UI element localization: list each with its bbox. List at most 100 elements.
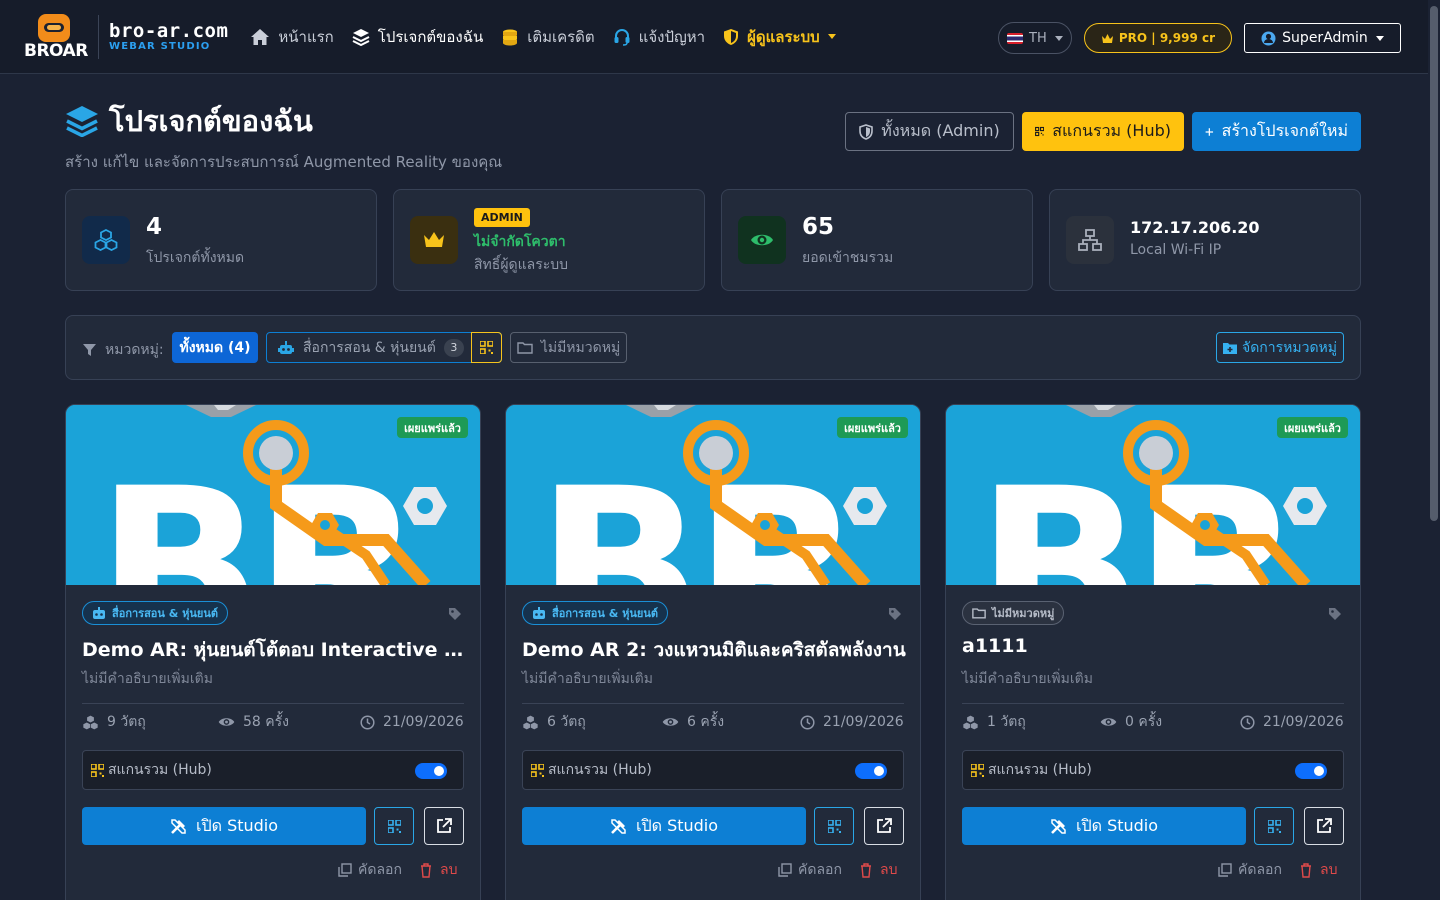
published-badge: เผยแพร่แล้ว <box>397 417 468 438</box>
scan-hub-button[interactable]: สแกนรวม (Hub) <box>1022 112 1184 151</box>
category-chip-teaching-robots[interactable]: สื่อการสอน & หุ่นยนต์ 3 <box>266 332 502 363</box>
layers-icon <box>66 106 98 137</box>
trash-icon <box>861 862 871 878</box>
brand-domain: bro-ar.com <box>109 19 229 42</box>
brand-home-link[interactable]: BROAR bro-ar.com WEBAR STUDIO <box>24 13 229 61</box>
project-thumbnail[interactable]: เผยแพร่แล้ว <box>506 405 920 585</box>
hub-toggle-switch[interactable] <box>415 763 447 779</box>
tag-icon[interactable] <box>448 607 462 621</box>
external-link-icon <box>877 818 892 833</box>
card-delete-button[interactable]: ลบ <box>1300 859 1337 881</box>
page-header: โปรเจกต์ของฉัน สร้าง แก้ไข และจัดการประส… <box>65 98 502 174</box>
user-menu-button[interactable]: SuperAdmin <box>1244 23 1401 53</box>
tools-icon <box>611 818 626 834</box>
open-studio-label: เปิด Studio <box>635 815 719 835</box>
card-copy-button[interactable]: คัดลอก <box>1218 859 1282 881</box>
open-studio-button[interactable]: เปิด Studio <box>522 807 806 845</box>
card-object-count: 1 วัตถุ <box>962 711 1026 733</box>
card-title[interactable]: Demo AR 2: วงแหวนมิติและคริสตัลพลังงาน <box>522 635 906 665</box>
stat-card-ip: 172.17.206.20 Local Wi-Fi IP <box>1049 189 1361 291</box>
card-view-count: 6 ครั้ง <box>662 711 724 733</box>
pro-credits-badge[interactable]: PRO | 9,999 cr <box>1083 23 1232 53</box>
scrollbar-thumb[interactable] <box>1430 6 1438 521</box>
nav-item-my-projects[interactable]: โปรเจกต์ของฉัน <box>352 25 483 49</box>
tools-icon <box>171 818 186 834</box>
card-category-label: สื่อการสอน & หุ่นยนต์ <box>112 607 219 620</box>
card-delete-button[interactable]: ลบ <box>420 859 457 881</box>
clock-icon <box>1240 714 1255 730</box>
brand-divider <box>98 14 99 59</box>
stat-card-views: 65 ยอดเข้าชมรวม <box>721 189 1033 291</box>
card-category-tag: สื่อการสอน & หุ่นยนต์ <box>82 601 229 625</box>
headset-icon <box>614 28 630 46</box>
stat-quota-label: สิทธิ์ผู้ดูแลระบบ <box>474 257 569 273</box>
create-project-button[interactable]: สร้างโปรเจกต์ใหม่ <box>1192 112 1361 151</box>
hub-toggle-switch[interactable] <box>1295 763 1327 779</box>
robot-icon <box>93 607 105 619</box>
user-circle-icon <box>1261 31 1276 45</box>
card-copy-button[interactable]: คัดลอก <box>778 859 842 881</box>
category-qr-button[interactable] <box>471 332 502 363</box>
view-all-admin-label: ทั้งหมด (Admin) <box>881 121 1000 140</box>
shield-icon <box>724 28 739 45</box>
coins-icon <box>503 29 518 45</box>
card-delete-button[interactable]: ลบ <box>860 859 897 881</box>
layers-icon <box>352 28 370 46</box>
navbar: BROAR bro-ar.com WEBAR STUDIO หน้าแรก โป… <box>0 0 1428 74</box>
brand-tagline: WEBAR STUDIO <box>109 40 211 52</box>
cubes-icon <box>82 216 130 264</box>
open-studio-button[interactable]: เปิด Studio <box>962 807 1246 845</box>
chevron-down-icon <box>827 34 836 39</box>
project-thumbnail[interactable]: เผยแพร่แล้ว <box>946 405 1360 585</box>
card-open-external-button[interactable] <box>864 807 904 845</box>
manage-categories-button[interactable]: จัดการหมวดหมู่ <box>1216 332 1344 363</box>
card-qr-button[interactable] <box>814 807 854 845</box>
card-qr-button[interactable] <box>374 807 414 845</box>
open-studio-button[interactable]: เปิด Studio <box>82 807 366 845</box>
nav-item-topup[interactable]: เติมเครดิต <box>501 25 595 49</box>
folder-plus-icon <box>1222 342 1237 354</box>
cubes-icon <box>83 715 98 729</box>
user-name: SuperAdmin <box>1282 30 1368 46</box>
card-hub-row: สแกนรวม (Hub) <box>962 750 1344 790</box>
card-copy-button[interactable]: คัดลอก <box>338 859 402 881</box>
project-thumbnail[interactable]: เผยแพร่แล้ว <box>66 405 480 585</box>
category-chip-uncategorized[interactable]: ไม่มีหมวดหมู่ <box>510 332 627 363</box>
card-open-external-button[interactable] <box>424 807 464 845</box>
tag-icon[interactable] <box>1328 607 1342 621</box>
card-title[interactable]: Demo AR: หุ่นยนต์โต้ตอบ Interactive Robo… <box>82 635 466 665</box>
nav-item-home[interactable]: หน้าแรก <box>250 25 334 49</box>
clock-icon <box>800 714 815 730</box>
open-studio-label: เปิด Studio <box>195 815 279 835</box>
card-divider <box>962 703 1344 704</box>
qr-code-icon <box>971 763 984 777</box>
category-chip-all[interactable]: ทั้งหมด (4) <box>172 332 258 363</box>
nav-item-admin-dropdown[interactable]: ผู้ดูแลระบบ <box>723 25 836 49</box>
plus-icon <box>1205 127 1214 136</box>
tag-icon[interactable] <box>888 607 902 621</box>
admin-badge: ADMIN <box>474 208 530 227</box>
card-hub-row: สแกนรวม (Hub) <box>522 750 904 790</box>
stat-card-projects: 4 โปรเจกต์ทั้งหมด <box>65 189 377 291</box>
language-selector[interactable]: TH <box>997 22 1072 54</box>
eye-icon <box>1100 718 1117 726</box>
card-object-count: 9 วัตถุ <box>82 711 146 733</box>
view-all-admin-button[interactable]: ทั้งหมด (Admin) <box>845 112 1014 151</box>
card-title[interactable]: a1111 <box>962 635 1346 657</box>
network-icon <box>1066 216 1114 264</box>
card-qr-button[interactable] <box>1254 807 1294 845</box>
nav-item-report[interactable]: แจ้งปัญหา <box>613 25 705 49</box>
trash-icon <box>1301 862 1311 878</box>
card-open-external-button[interactable] <box>1304 807 1344 845</box>
open-studio-label: เปิด Studio <box>1075 815 1159 835</box>
hub-toggle-switch[interactable] <box>855 763 887 779</box>
page-title: โปรเจกต์ของฉัน <box>65 98 502 144</box>
page-scrollbar[interactable] <box>1428 0 1440 900</box>
copy-icon <box>338 863 352 877</box>
folder-icon <box>972 608 986 619</box>
card-view-count: 58 ครั้ง <box>218 711 289 733</box>
filter-label-text: หมวดหมู่: <box>105 342 164 358</box>
project-card: เผยแพร่แล้ว สื่อการสอน & หุ่นยนต์ Demo A… <box>65 404 481 900</box>
stat-ip-label: Local Wi-Fi IP <box>1130 242 1222 258</box>
card-delete-label: ลบ <box>880 862 898 878</box>
